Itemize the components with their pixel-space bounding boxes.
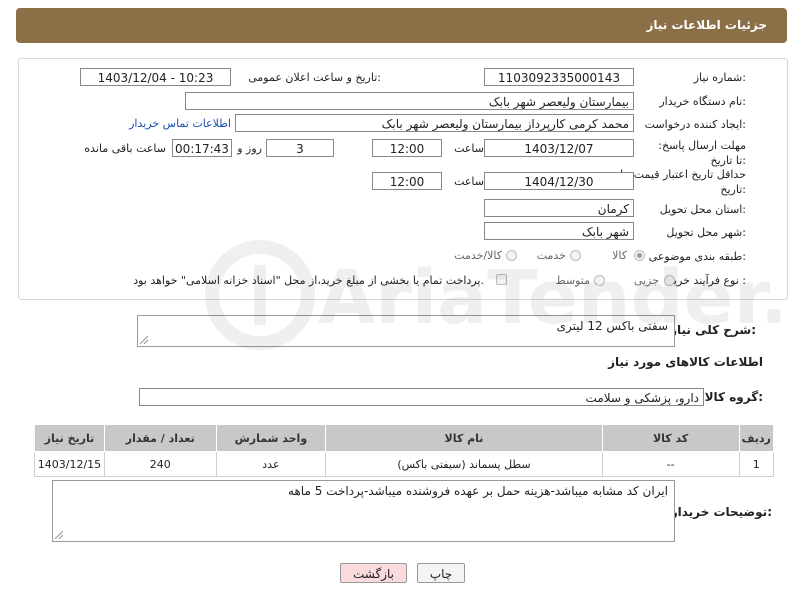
- city-label: شهر محل تحویل:: [666, 226, 746, 239]
- table-row[interactable]: 1403/12/15 240 عدد سطل پسماند (سیفتی باک…: [34, 451, 775, 477]
- table-header-date: تاریخ نیاز: [34, 424, 105, 452]
- process-minor-radio[interactable]: [664, 275, 675, 286]
- goods-group-label: گروه کالا:: [704, 390, 763, 404]
- resize-grip-icon[interactable]: [140, 336, 148, 344]
- province-field[interactable]: کرمان: [484, 199, 634, 217]
- buyer-notes-text: ایران کد مشابه میباشد-هزینه حمل بر عهده …: [288, 484, 668, 498]
- category-goods-service-label: کالا/خدمت: [454, 249, 502, 262]
- days-field[interactable]: 3: [266, 139, 334, 157]
- cell-code: --: [601, 451, 740, 477]
- category-service-radio[interactable]: [570, 250, 581, 261]
- buyer-org-label: نام دستگاه خریدار:: [659, 95, 746, 108]
- validity-date-field[interactable]: 1404/12/30: [484, 172, 634, 190]
- city-field[interactable]: شهر بابک: [484, 222, 634, 240]
- page-title: جزئیات اطلاعات نیاز: [646, 18, 767, 32]
- category-goods-radio[interactable]: [634, 250, 645, 261]
- creator-field[interactable]: محمد کرمی کارپرداز بیمارستان ولیعصر شهر …: [235, 114, 634, 132]
- category-service-label: خدمت: [536, 249, 566, 262]
- table-header-name: نام کالا: [325, 424, 603, 452]
- summary-label: شرح کلی نیاز:: [670, 323, 756, 337]
- table-header-code: کد کالا: [601, 424, 740, 452]
- table-header-unit: واحد شمارش: [215, 424, 327, 452]
- cell-name: سطل پسماند (سیفتی باکس): [325, 451, 603, 477]
- buyer-notes-textarea[interactable]: ایران کد مشابه میباشد-هزینه حمل بر عهده …: [52, 480, 675, 542]
- summary-text: سفتی باکس 12 لیتری: [556, 319, 668, 333]
- validity-time-label: ساعت: [454, 175, 484, 188]
- validity-label: حداقل تاریخ اعتبار قیمت: تا تاریخ:: [620, 168, 746, 196]
- table-header-row: تاریخ نیاز تعداد / مقدار واحد شمارش نام …: [34, 424, 775, 452]
- summary-textarea[interactable]: سفتی باکس 12 لیتری: [137, 315, 675, 347]
- category-goods-service-radio[interactable]: [506, 250, 517, 261]
- process-label: نوع فرآیند خرید :: [668, 274, 746, 287]
- table-header-quantity: تعداد / مقدار: [103, 424, 217, 452]
- cell-row-num: 1: [738, 451, 775, 477]
- remaining-time-field[interactable]: 00:17:43: [172, 139, 232, 157]
- buyer-org-field[interactable]: بیمارستان ولیعصر شهر بابک: [185, 92, 634, 110]
- buyer-notes-label: توضیحات خریدار:: [670, 505, 772, 519]
- deadline-label: مهلت ارسال پاسخ: تا تاریخ:: [658, 139, 746, 167]
- back-button[interactable]: بازگشت: [340, 563, 407, 583]
- cell-unit: عدد: [215, 451, 327, 477]
- days-label: روز و: [237, 142, 262, 155]
- cell-date: 1403/12/15: [34, 451, 105, 477]
- process-medium-radio[interactable]: [594, 275, 605, 286]
- process-minor-label: جزیی: [633, 274, 659, 287]
- deadline-time-label: ساعت: [454, 142, 484, 155]
- category-goods-label: کالا: [612, 249, 627, 262]
- announce-field[interactable]: 1403/12/04 - 10:23: [80, 68, 231, 86]
- resize-grip-icon[interactable]: [55, 531, 63, 539]
- deadline-time-field[interactable]: 12:00: [372, 139, 442, 157]
- table-header-row-num: ردیف: [738, 424, 775, 452]
- goods-section-title: اطلاعات کالاهای مورد نیاز: [608, 355, 763, 369]
- treasury-payment-note: پرداخت تمام یا بخشی از مبلغ خرید،از محل …: [133, 274, 484, 287]
- need-number-label: شماره نیاز:: [693, 71, 746, 84]
- province-label: استان محل تحویل:: [659, 203, 746, 216]
- cell-quantity: 240: [103, 451, 217, 477]
- category-label: طبقه بندی موضوعی:: [648, 250, 746, 263]
- treasury-payment-checkbox[interactable]: [496, 274, 507, 285]
- process-medium-label: متوسط: [555, 274, 590, 287]
- creator-label: ایجاد کننده درخواست:: [644, 118, 746, 131]
- page-header: جزئیات اطلاعات نیاز: [16, 8, 787, 43]
- need-number-field[interactable]: 1103092335000143: [484, 68, 634, 86]
- goods-table: تاریخ نیاز تعداد / مقدار واحد شمارش نام …: [34, 424, 775, 477]
- validity-time-field[interactable]: 12:00: [372, 172, 442, 190]
- contact-info-link[interactable]: اطلاعات تماس خریدار: [129, 117, 231, 130]
- goods-group-field[interactable]: دارو، پزشکی و سلامت: [139, 388, 704, 406]
- remaining-label: ساعت باقی مانده: [84, 142, 166, 155]
- print-button[interactable]: چاپ: [417, 563, 465, 583]
- announce-label: تاریخ و ساعت اعلان عمومی:: [248, 71, 381, 84]
- deadline-date-field[interactable]: 1403/12/07: [484, 139, 634, 157]
